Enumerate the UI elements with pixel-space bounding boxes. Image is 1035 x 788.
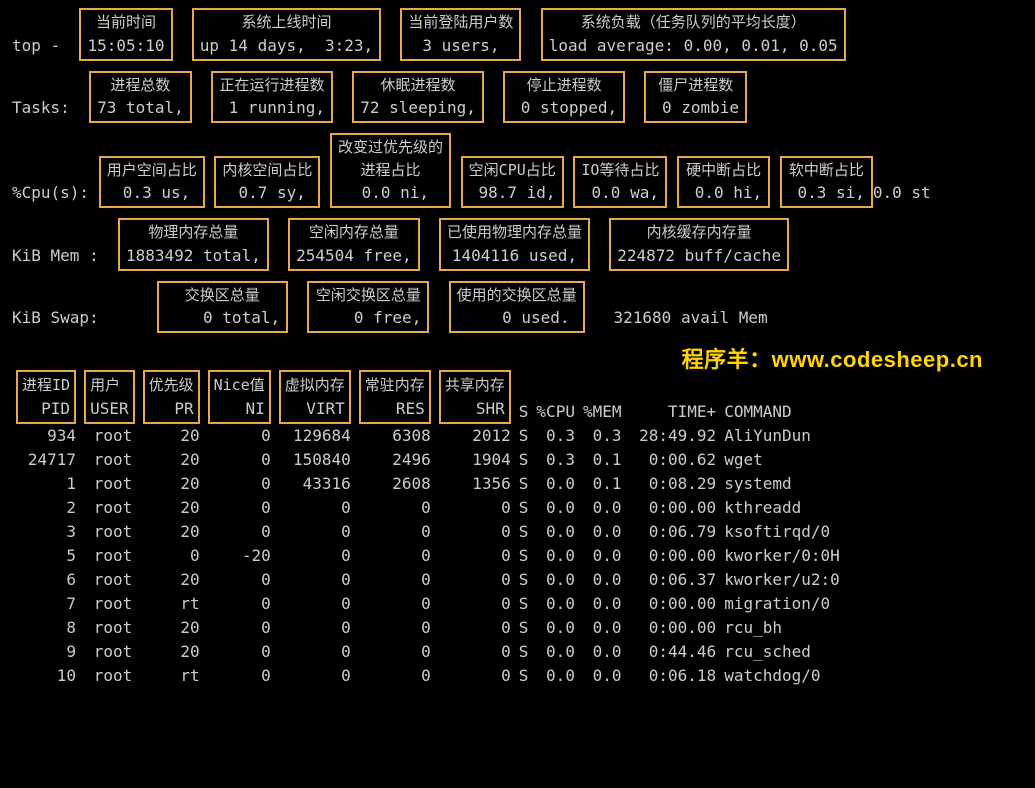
col-time: TIME+ — [625, 370, 720, 424]
cpu-us-box: 用户空间占比 0.3 us, — [99, 156, 205, 209]
process-table: 进程ID PID 用户USER 优先级PR Nice值NI 虚拟内存VIRT 常… — [12, 370, 844, 688]
table-row: 1 root2004331626081356S0.00.10:08.29syst… — [12, 472, 844, 496]
tasks-running-box: 正在运行进程数 1 running, — [211, 71, 333, 124]
tasks-stopped-box: 停止进程数 0 stopped, — [503, 71, 625, 124]
cpu-prefix: %Cpu(s): — [12, 181, 89, 208]
col-pr: 优先级PR — [143, 370, 200, 424]
cpu-line: %Cpu(s): 用户空间占比 0.3 us, 内核空间占比 0.7 sy, 改… — [12, 133, 1023, 208]
tasks-prefix: Tasks: — [12, 96, 70, 123]
watermark: 程序羊：www.codesheep.cn — [682, 347, 983, 372]
top-prefix: top - — [12, 34, 60, 61]
col-res: 常驻内存RES — [359, 370, 431, 424]
col-virt: 虚拟内存VIRT — [279, 370, 351, 424]
col-user: 用户USER — [84, 370, 135, 424]
table-row: 3 root200000S0.00.00:06.79ksoftirqd/0 — [12, 520, 844, 544]
mem-line: KiB Mem : 物理内存总量 1883492 total, 空闲内存总量 2… — [12, 218, 1023, 271]
mem-used-box: 已使用物理内存总量 1404116 used, — [439, 218, 590, 271]
cpu-sy-box: 内核空间占比 0.7 sy, — [214, 156, 320, 209]
tasks-total-box: 进程总数 73 total, — [89, 71, 192, 124]
table-row: 10 rootrt0000S0.00.00:06.18watchdog/0 — [12, 664, 844, 688]
table-row: 934 root20012968463082012S0.30.328:49.92… — [12, 424, 844, 448]
uptime-box: 系统上线时间 up 14 days, 3:23, — [192, 8, 381, 61]
table-row: 7 rootrt0000S0.00.00:00.00migration/0 — [12, 592, 844, 616]
tasks-line: Tasks: 进程总数 73 total, 正在运行进程数 1 running,… — [12, 71, 1023, 124]
cpu-ni-box: 改变过优先级的 进程占比 0.0 ni, — [330, 133, 451, 208]
col-cmd: COMMAND — [720, 370, 844, 424]
cpu-st: 0.0 st — [873, 181, 931, 208]
table-row: 6 root200000S0.00.00:06.37kworker/u2:0 — [12, 568, 844, 592]
cpu-hi-box: 硬中断占比 0.0 hi, — [677, 156, 770, 209]
table-row: 2 root200000S0.00.00:00.00kthreadd — [12, 496, 844, 520]
swap-total-box: 交换区总量 0 total, — [157, 281, 289, 334]
mem-total-box: 物理内存总量 1883492 total, — [118, 218, 269, 271]
current-time-box: 当前时间 15:05:10 — [79, 8, 172, 61]
table-row: 5 root0-20000S0.00.00:00.00kworker/0:0H — [12, 544, 844, 568]
table-row: 24717 root20015084024961904S0.30.10:00.6… — [12, 448, 844, 472]
tasks-zombie-box: 僵尸进程数 0 zombie — [644, 71, 747, 124]
load-avg-box: 系统负载（任务队列的平均长度） load average: 0.00, 0.01… — [541, 8, 846, 61]
mem-prefix: KiB Mem : — [12, 244, 99, 271]
col-pid: 进程ID PID — [16, 370, 76, 424]
tasks-sleeping-box: 休眠进程数 72 sleeping, — [352, 71, 484, 124]
col-cpu: %CPU — [532, 370, 579, 424]
table-row: 9 root200000S0.00.00:44.46rcu_sched — [12, 640, 844, 664]
table-row: 8 root200000S0.00.00:00.00rcu_bh — [12, 616, 844, 640]
swap-avail: 321680 avail Mem — [614, 306, 768, 333]
col-s: S — [515, 370, 533, 424]
swap-used-box: 使用的交换区总量 0 used. — [449, 281, 585, 334]
cpu-si-box: 软中断占比 0.3 si, — [780, 156, 873, 209]
col-mem: %MEM — [579, 370, 626, 424]
cpu-wa-box: IO等待占比 0.0 wa, — [573, 156, 667, 209]
col-shr: 共享内存SHR — [439, 370, 511, 424]
summary-line: top - 当前时间 15:05:10 系统上线时间 up 14 days, 3… — [12, 8, 1023, 61]
col-ni: Nice值NI — [208, 370, 271, 424]
table-header-row: 进程ID PID 用户USER 优先级PR Nice值NI 虚拟内存VIRT 常… — [12, 370, 844, 424]
mem-free-box: 空闲内存总量 254504 free, — [288, 218, 420, 271]
swap-free-box: 空闲交换区总量 0 free, — [307, 281, 429, 334]
swap-line: KiB Swap: 交换区总量 0 total, 空闲交换区总量 0 free,… — [12, 281, 1023, 334]
cpu-id-box: 空闲CPU占比 98.7 id, — [461, 156, 564, 209]
swap-prefix: KiB Swap: — [12, 306, 99, 333]
users-box: 当前登陆用户数 3 users, — [400, 8, 521, 61]
mem-cache-box: 内核缓存内存量 224872 buff/cache — [609, 218, 789, 271]
